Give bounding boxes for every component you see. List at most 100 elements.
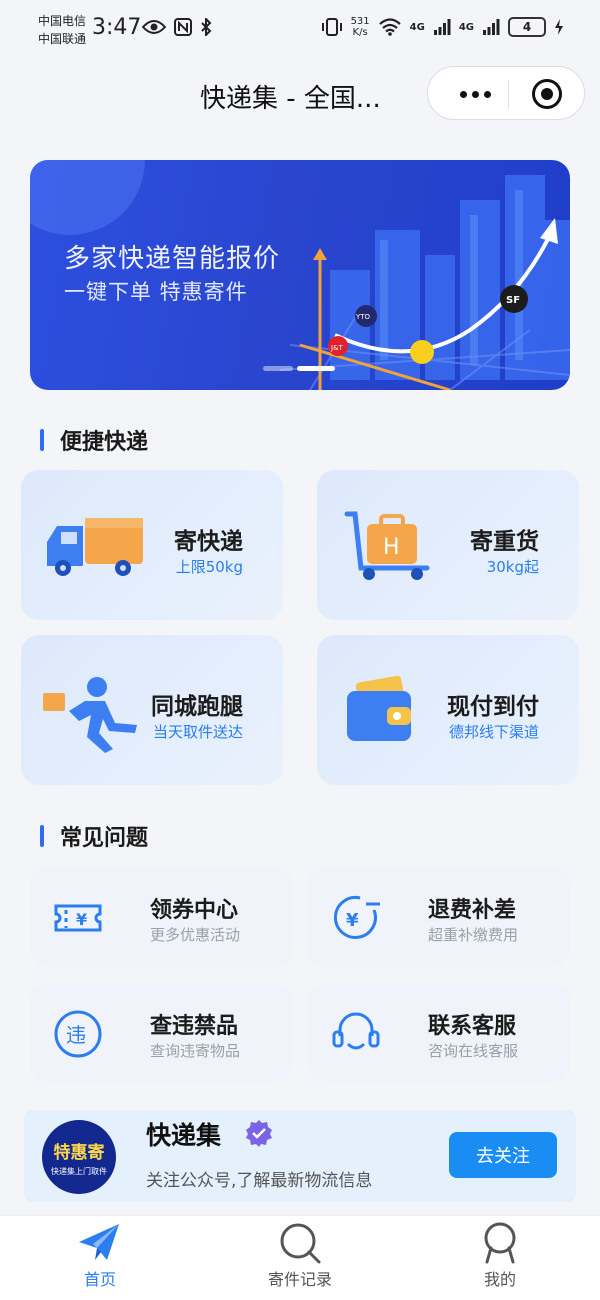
faq-title: 退费补差 <box>428 898 517 923</box>
banner-pagination <box>263 366 335 371</box>
eye-icon <box>142 20 166 34</box>
service-subtitle: 德邦线下渠道 <box>448 723 539 741</box>
signal-icon-1 <box>433 19 451 35</box>
sf-logo-text: SF <box>506 295 520 306</box>
battery-indicator: 4 <box>508 17 546 37</box>
tab-label: 寄件记录 <box>267 1270 332 1289</box>
section-accent-bar <box>40 825 44 847</box>
banner-subtitle: 一键下单 特惠寄件 <box>64 280 248 304</box>
banner-dot <box>263 366 293 371</box>
follow-button[interactable]: 去关注 <box>449 1132 557 1178</box>
tab-profile[interactable]: 我的 <box>440 1222 560 1298</box>
service-subtitle: 当天取件送达 <box>152 723 243 741</box>
mini-program-nav-bar: 快递集 - 全国... <box>0 62 600 126</box>
faq-title: 联系客服 <box>428 1014 517 1039</box>
faq-item-refund-difference[interactable]: ¥ 退费补差 超重补缴费用 <box>308 868 570 966</box>
official-account-name: 快递集 <box>146 1121 222 1150</box>
wifi-icon <box>378 18 401 36</box>
user-icon <box>484 1222 516 1264</box>
section-heading-express: 便捷快递 <box>40 424 148 456</box>
faq-item-prohibited-items[interactable]: 违 查违禁品 查询违寄物品 <box>30 984 292 1082</box>
service-card-heavy-cargo[interactable]: H 寄重货 30kg起 <box>317 470 579 620</box>
search-icon <box>280 1223 321 1264</box>
tab-label: 首页 <box>83 1270 116 1289</box>
status-time: 3:47 <box>92 15 142 40</box>
tab-shipping-records[interactable]: 寄件记录 <box>240 1222 360 1298</box>
nfc-icon <box>174 18 192 36</box>
tab-home[interactable]: 首页 <box>40 1222 160 1298</box>
speed-value: 531 <box>350 16 370 27</box>
service-title: 现付到付 <box>447 694 539 720</box>
faq-title: 查违禁品 <box>150 1014 239 1039</box>
status-icons-right: 531 K/s 4G 4G 4 <box>321 16 564 38</box>
tab-label: 我的 <box>483 1270 516 1289</box>
section-title: 常见问题 <box>60 826 149 851</box>
official-account-follow-bar: 特惠寄 快递集上门取件 快递集 关注公众号,了解最新物流信息 去关注 <box>24 1110 576 1202</box>
logo-subtitle: 快递集上门取件 <box>51 1167 107 1176</box>
network-type-2: 4G <box>458 21 474 33</box>
more-dot <box>471 90 479 98</box>
more-dot <box>483 90 491 98</box>
coupon-yuan-glyph: ¥ <box>76 910 87 929</box>
service-subtitle: 30kg起 <box>486 558 539 576</box>
service-card-send-express[interactable]: 寄快递 上限50kg <box>21 470 283 620</box>
status-bar: 中国电信 中国联通 3:47 531 K/s 4G 4G 4 <box>0 0 600 60</box>
service-title: 同城跑腿 <box>151 694 243 720</box>
luggage-cart-icon: H <box>344 511 430 580</box>
banner-illustration: J&T YTO SF <box>30 160 570 390</box>
refund-icon: ¥ <box>333 895 380 939</box>
banner-title: 多家快递智能报价 <box>64 244 281 274</box>
paper-plane-icon <box>79 1224 119 1260</box>
more-dots-icon <box>459 90 467 98</box>
section-accent-bar <box>40 429 44 451</box>
running-courier-icon <box>43 677 137 753</box>
capsule-divider <box>508 80 509 108</box>
service-title: 寄重货 <box>470 529 539 555</box>
status-icons-left <box>142 18 212 36</box>
carrier-1: 中国电信 <box>38 14 87 28</box>
faq-item-customer-service[interactable]: 联系客服 咨询在线客服 <box>308 984 570 1082</box>
signal-icon-2 <box>483 19 500 35</box>
faq-item-coupon-center[interactable]: ¥ 领券中心 更多优惠活动 <box>30 868 292 966</box>
more-button[interactable] <box>450 79 500 109</box>
service-card-same-city-errand[interactable]: 同城跑腿 当天取件送达 <box>21 635 283 785</box>
service-card-pay-options[interactable]: 现付到付 德邦线下渠道 <box>317 635 579 785</box>
faq-subtitle: 超重补缴费用 <box>428 926 519 944</box>
wallet-icon <box>347 675 411 741</box>
faq-title: 领券中心 <box>150 898 239 923</box>
faq-subtitle: 更多优惠活动 <box>150 926 241 944</box>
section-heading-faq: 常见问题 <box>40 820 148 852</box>
official-account-description: 关注公众号,了解最新物流信息 <box>146 1171 373 1191</box>
capsule-menu <box>427 66 585 120</box>
carrier-2: 中国联通 <box>38 32 87 46</box>
service-title: 寄快递 <box>174 529 243 555</box>
coupon-icon: ¥ <box>54 904 102 932</box>
speed-unit: K/s <box>352 27 368 38</box>
svg-text:H: H <box>383 535 400 560</box>
faq-subtitle: 咨询在线客服 <box>428 1042 519 1060</box>
bluetooth-icon <box>201 18 212 36</box>
carrier-names: 中国电信 中国联通 <box>38 12 86 48</box>
verified-badge-icon <box>246 1120 272 1147</box>
jt-logo-text: J&T <box>330 344 344 352</box>
delivery-truck-icon <box>47 518 143 576</box>
promo-banner[interactable]: J&T YTO SF 多家快递智能报价 一键下单 特惠寄件 <box>30 160 570 390</box>
network-type-1: 4G <box>409 21 425 33</box>
vibrate-icon <box>321 18 342 36</box>
logo-title: 特惠寄 <box>53 1143 105 1163</box>
network-speed: 531 K/s <box>351 16 370 38</box>
headset-icon <box>332 1012 380 1050</box>
faq-subtitle: 查询违寄物品 <box>150 1042 241 1060</box>
service-subtitle: 上限50kg <box>175 558 243 576</box>
close-mini-program-button[interactable] <box>532 79 562 109</box>
bottom-tab-bar: 首页 寄件记录 我的 <box>0 1215 600 1300</box>
charging-icon <box>555 19 563 35</box>
official-account-logo: 特惠寄 快递集上门取件 <box>42 1120 116 1194</box>
prohibited-glyph: 违 <box>66 1023 86 1047</box>
section-title: 便捷快递 <box>60 430 149 455</box>
banner-dot-active <box>297 366 335 371</box>
refund-yuan-glyph: ¥ <box>346 910 359 931</box>
yto-logo-text: YTO <box>355 313 371 321</box>
prohibited-icon: 违 <box>54 1010 102 1058</box>
page-title: 快递集 - 全国... <box>200 84 381 114</box>
